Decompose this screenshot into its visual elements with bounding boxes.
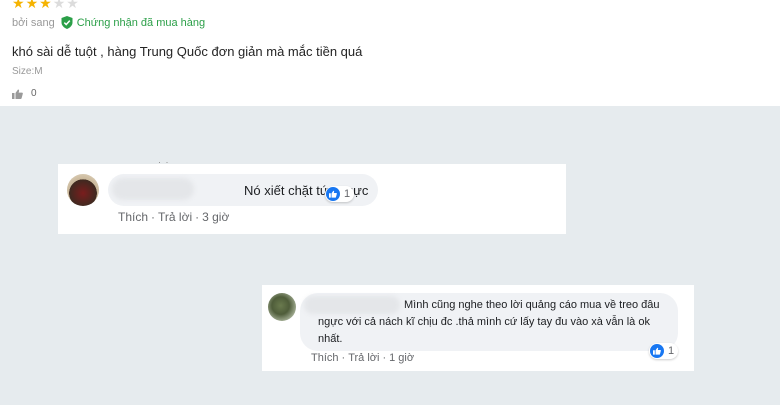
reply-link[interactable]: Trả lời [348,352,379,364]
star-icon: ★ [52,0,67,11]
thumbs-up-icon [12,89,23,99]
review-size: Size:M [12,66,43,77]
star-icon: ★ [66,0,80,11]
verified-purchase-badge: Chứng nhận đã mua hàng [61,16,205,29]
review-text: khó sài dễ tuột , hàng Trung Quốc đơn gi… [12,44,363,59]
shield-check-icon [61,16,73,29]
reply-link[interactable]: Trả lời [158,210,192,224]
like-link[interactable]: Thích [118,210,148,224]
like-link[interactable]: Thích [311,352,339,364]
verified-label: Chứng nhận đã mua hàng [76,16,206,29]
like-reaction-icon [326,187,340,201]
review-like-count: 0 [31,88,37,99]
dots-divider: · · [158,157,170,167]
reaction-number: 1 [668,345,675,357]
review-author: bởi sang [12,16,55,29]
comment-text: Mình cũng nghe theo lời quảng cáo mua về… [318,299,660,345]
comment-card: · · Nó xiết chặt tức ngực 1 Thích · Trả lờ… [58,157,566,234]
avatar[interactable] [268,293,296,321]
blurred-author-name [112,178,194,200]
review-byline: bởi sang Chứng nhận đã mua hàng [12,16,205,29]
rating-stars: ★★★★★ [12,0,80,10]
review-like-button[interactable]: 0 [12,88,37,99]
product-review: ★★★★★ bởi sang Chứng nhận đã mua hàng kh… [0,0,780,106]
comment-time[interactable]: 1 giờ [389,352,414,364]
comment-time[interactable]: 3 giờ [202,210,229,224]
star-icon: ★ [39,0,53,11]
comment-bubble: Mình cũng nghe theo lời quảng cáo mua về… [300,293,678,351]
comment-card: Mình cũng nghe theo lời quảng cáo mua về… [262,285,694,371]
comment-actions: Thích · Trả lời · 1 giờ [311,352,415,364]
reaction-count[interactable]: 1 [325,186,355,202]
like-reaction-icon [650,344,664,358]
star-icon: ★ [25,0,40,11]
reaction-count[interactable]: 1 [649,343,679,359]
comment-actions: Thích · Trả lời · 3 giờ [118,210,230,224]
star-icon: ★ [12,0,26,11]
reaction-number: 1 [344,188,351,200]
avatar[interactable] [67,174,99,206]
